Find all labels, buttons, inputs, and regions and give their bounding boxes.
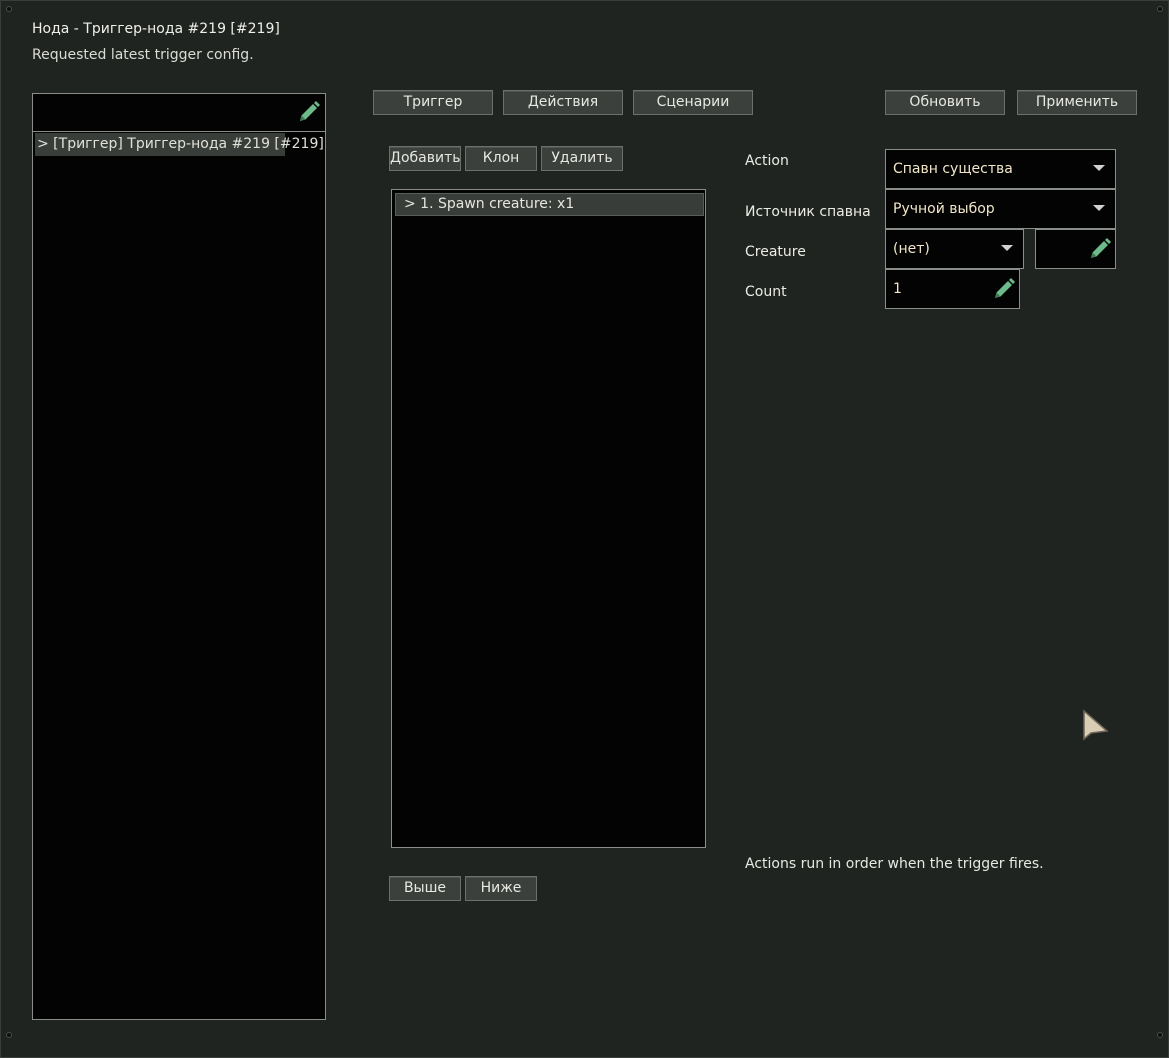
corner-rivet — [6, 6, 12, 12]
refresh-button[interactable]: Обновить — [885, 90, 1005, 115]
window-title: Нода - Триггер-нода #219 [#219] — [32, 21, 280, 37]
pencil-icon — [995, 278, 1015, 298]
triangle-down-icon — [1093, 165, 1105, 171]
tab-actions[interactable]: Действия — [503, 90, 623, 115]
node-search-input[interactable] — [32, 93, 326, 132]
count-field[interactable]: 1 — [885, 269, 1020, 309]
arrow-cursor-icon — [1083, 709, 1109, 741]
action-list[interactable]: > 1. Spawn creature: x1 — [391, 189, 706, 848]
node-tree-list[interactable]: > [Триггер] Триггер-нода #219 [#219] — [32, 121, 326, 1020]
creature-dropdown[interactable]: (нет) — [885, 229, 1024, 269]
status-message: Requested latest trigger config. — [32, 47, 254, 63]
action-list-item[interactable]: > 1. Spawn creature: x1 — [395, 193, 704, 216]
pencil-icon[interactable] — [297, 100, 321, 124]
pencil-icon — [1091, 238, 1111, 258]
action-type-dropdown[interactable]: Спавн существа — [885, 149, 1116, 189]
clone-action-button[interactable]: Клон — [465, 146, 537, 171]
actions-hint: Actions run in order when the trigger fi… — [745, 856, 1044, 872]
spawn-source-value: Ручной выбор — [893, 201, 995, 217]
move-down-button[interactable]: Ниже — [465, 876, 537, 901]
creature-value: (нет) — [893, 241, 930, 257]
delete-action-button[interactable]: Удалить — [541, 146, 623, 171]
count-label: Count — [745, 284, 787, 300]
action-label: Action — [745, 153, 789, 169]
action-type-value: Спавн существа — [893, 161, 1013, 177]
creature-label: Creature — [745, 244, 806, 260]
spawn-source-label: Источник спавна — [745, 204, 871, 220]
add-action-button[interactable]: Добавить — [389, 146, 461, 171]
corner-rivet — [6, 1032, 12, 1038]
spawn-source-dropdown[interactable]: Ручной выбор — [885, 189, 1116, 229]
tab-scenarios[interactable]: Сценарии — [633, 90, 753, 115]
triangle-down-icon — [1093, 205, 1105, 211]
apply-button[interactable]: Применить — [1017, 90, 1137, 115]
corner-rivet — [1157, 1032, 1163, 1038]
creature-edit-button[interactable] — [1035, 229, 1116, 269]
tree-item-label: > [Триггер] Триггер-нода #219 [#219] — [37, 136, 324, 152]
triangle-down-icon — [1001, 245, 1013, 251]
corner-rivet — [1157, 6, 1163, 12]
tab-trigger[interactable]: Триггер — [373, 90, 493, 115]
move-up-button[interactable]: Выше — [389, 876, 461, 901]
count-value: 1 — [893, 281, 902, 297]
trigger-node-window: Нода - Триггер-нода #219 [#219] Requeste… — [0, 0, 1169, 1058]
tree-item-trigger-node[interactable]: > [Триггер] Триггер-нода #219 [#219] — [35, 133, 324, 156]
